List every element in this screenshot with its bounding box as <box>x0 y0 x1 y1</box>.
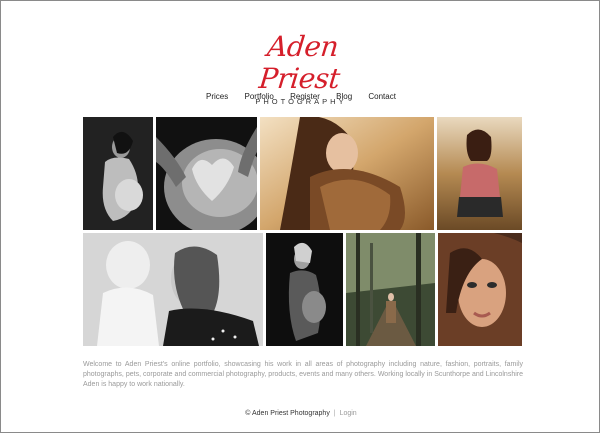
photo-woman-in-woods[interactable] <box>346 233 435 346</box>
footer-copyright: © Aden Priest Photography <box>245 410 330 417</box>
photo-pregnant-woman-dark[interactable] <box>266 233 343 346</box>
nav-register[interactable]: Register <box>290 92 320 101</box>
page-frame: Aden Priest PHOTOGRAPHY Prices Portfolio… <box>0 0 600 433</box>
logo-script-name: Aden Priest <box>257 30 342 95</box>
nav-prices[interactable]: Prices <box>206 92 228 101</box>
photo-woman-closeup-portrait[interactable] <box>438 233 522 346</box>
main-nav: Prices Portfolio Register Blog Contact <box>1 92 600 101</box>
site-logo[interactable]: Aden Priest PHOTOGRAPHY <box>229 30 373 106</box>
nav-contact[interactable]: Contact <box>368 92 396 101</box>
photo-hands-heart-on-belly[interactable] <box>156 117 257 230</box>
photo-woman-fur-coat-field[interactable] <box>260 117 434 230</box>
photo-woman-crouching-field[interactable] <box>437 117 522 230</box>
nav-portfolio[interactable]: Portfolio <box>245 92 274 101</box>
photo-pregnant-woman-silhouette[interactable] <box>83 117 153 230</box>
footer-login-link[interactable]: Login <box>340 410 357 417</box>
site-footer: © Aden Priest Photography | Login <box>1 410 600 417</box>
photo-mother-and-baby[interactable] <box>83 233 263 346</box>
footer-separator: | <box>333 410 336 417</box>
intro-paragraph: Welcome to Aden Priest's online portfoli… <box>83 361 523 388</box>
nav-blog[interactable]: Blog <box>336 92 352 101</box>
